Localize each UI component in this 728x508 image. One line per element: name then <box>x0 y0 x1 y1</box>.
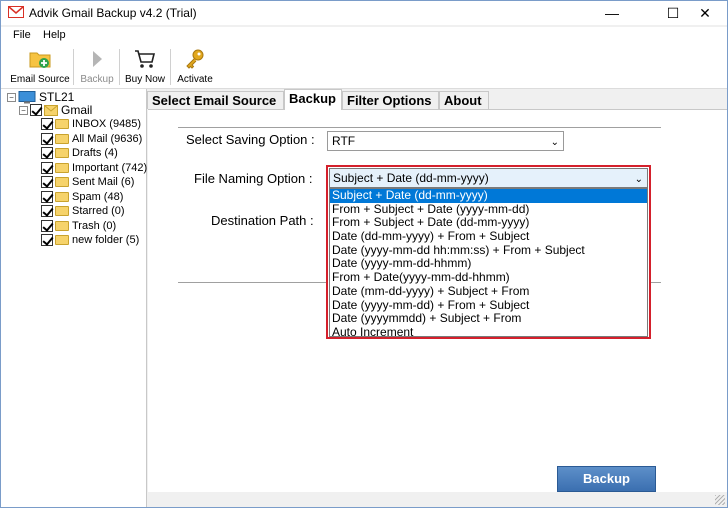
app-window: Advik Gmail Backup v4.2 (Trial) — ☐ ✕ Fi… <box>0 0 728 508</box>
computer-icon <box>18 90 36 103</box>
folder-checkbox[interactable] <box>41 147 53 159</box>
naming-option-item[interactable]: Date (yyyy-mm-dd-hhmm) <box>330 257 647 271</box>
email-source-button[interactable]: Email Source <box>9 45 71 89</box>
folder-checkbox[interactable] <box>41 219 53 232</box>
folder-icon <box>55 191 69 202</box>
toolbar-separator <box>119 49 120 85</box>
naming-option-item[interactable]: From + Subject + Date (yyyy-mm-dd) <box>330 202 647 217</box>
tree-root[interactable]: − STL21 <box>7 90 74 104</box>
close-button[interactable]: ✕ <box>682 1 728 25</box>
tree-account[interactable]: − Gmail <box>19 103 92 117</box>
toolbar-separator <box>170 49 171 85</box>
menu-file[interactable]: File <box>13 29 31 41</box>
buy-now-button[interactable]: Buy Now <box>123 45 167 89</box>
folder-icon <box>55 162 69 173</box>
menu-help[interactable]: Help <box>43 29 66 41</box>
folder-icon <box>55 148 69 158</box>
folder-tree: − STL21 − Gmail INBOX (9485) All Mail (96… <box>1 89 147 507</box>
folder-label: Sent Mail (6) <box>72 176 135 188</box>
folder-label: All Mail (9636) <box>72 132 143 145</box>
folder-icon <box>55 235 69 245</box>
naming-option-item[interactable]: From + Date(yyyy-mm-dd-hhmm) <box>330 270 647 285</box>
resize-grip-icon[interactable] <box>715 495 725 505</box>
tree-folder-item[interactable]: All Mail (9636) <box>41 132 142 146</box>
envelope-icon <box>8 5 24 18</box>
account-checkbox[interactable] <box>30 104 42 116</box>
tab-filter-options[interactable]: Filter Options <box>342 91 439 109</box>
folder-checkbox[interactable] <box>41 118 53 130</box>
tree-folder-item[interactable]: Spam (48) <box>41 190 123 204</box>
toolbar: Email Source Backup Buy Now Activate <box>1 45 727 89</box>
folder-label: INBOX (9485) <box>72 118 142 130</box>
naming-option-item[interactable]: Subject + Date (dd-mm-yyyy) <box>330 188 647 203</box>
add-folder-icon <box>29 52 51 68</box>
tab-backup[interactable]: Backup <box>284 89 342 110</box>
folder-checkbox[interactable] <box>41 234 53 246</box>
tab-select-email-source[interactable]: Select Email Source <box>147 91 284 109</box>
title-bar: Advik Gmail Backup v4.2 (Trial) — ☐ ✕ <box>1 1 727 25</box>
menu-bar: File Help <box>1 27 727 45</box>
folder-icon <box>55 119 69 129</box>
backup-button[interactable]: Backup <box>557 466 656 492</box>
divider <box>651 282 661 283</box>
tree-folder-item[interactable]: Starred (0) <box>41 204 125 218</box>
tree-folder-item[interactable]: Sent Mail (6) <box>41 175 134 189</box>
folder-checkbox[interactable] <box>41 132 53 145</box>
folder-checkbox[interactable] <box>41 161 53 174</box>
window-title: Advik Gmail Backup v4.2 (Trial) <box>29 6 197 20</box>
naming-option-item[interactable]: Date (yyyy-mm-dd) + From + Subject <box>330 298 647 313</box>
folder-label: new folder (5) <box>72 234 140 246</box>
destination-path-label: Destination Path : <box>211 213 314 228</box>
naming-option-label: File Naming Option : <box>194 171 313 186</box>
folder-icon <box>55 133 69 144</box>
naming-option-item[interactable]: Date (mm-dd-yyyy) + Subject + From <box>330 284 647 299</box>
naming-option-item[interactable]: From + Subject + Date (dd-mm-yyyy) <box>330 216 647 230</box>
folder-checkbox[interactable] <box>41 190 53 203</box>
naming-option-item[interactable]: Auto Increment <box>330 325 647 340</box>
mail-folder-icon <box>44 104 58 116</box>
collapse-toggle-icon[interactable]: − <box>19 105 28 115</box>
shopping-cart-icon <box>135 50 156 68</box>
folder-icon <box>55 206 69 216</box>
folder-label: Starred (0) <box>72 205 125 217</box>
folder-label: Spam (48) <box>72 190 124 203</box>
folder-checkbox[interactable] <box>41 205 53 217</box>
naming-option-item[interactable]: Date (yyyymmdd) + Subject + From <box>330 311 647 326</box>
minimize-button[interactable]: — <box>589 1 635 25</box>
collapse-toggle-icon[interactable]: − <box>7 92 16 102</box>
naming-option-select[interactable]: Subject + Date (dd-mm-yyyy) ⌄ <box>329 168 648 188</box>
folder-label: Trash (0) <box>72 219 117 232</box>
saving-option-select[interactable]: RTF ⌄ <box>327 131 564 151</box>
tree-folder-item[interactable]: Important (742) <box>41 161 147 175</box>
divider <box>178 282 326 283</box>
tree-folder-item[interactable]: INBOX (9485) <box>41 117 141 131</box>
naming-option-dropdown-list: Subject + Date (dd-mm-yyyy) From + Subjec… <box>329 188 648 340</box>
activate-button[interactable]: Activate <box>174 45 216 89</box>
folder-icon <box>55 220 69 231</box>
tab-strip: Select Email Source Backup Filter Option… <box>147 89 727 110</box>
play-arrow-icon <box>93 51 102 67</box>
chevron-down-icon: ⌄ <box>550 137 559 148</box>
backup-toolbar-button[interactable]: Backup <box>77 45 117 89</box>
folder-label: Drafts (4) <box>72 147 118 159</box>
folder-checkbox[interactable] <box>41 176 53 188</box>
folder-icon <box>55 177 69 187</box>
saving-option-label: Select Saving Option : <box>186 132 315 147</box>
naming-option-item[interactable]: Date (yyyy-mm-dd hh:mm:ss) + From + Subj… <box>330 243 647 258</box>
divider <box>178 127 661 128</box>
status-strip <box>148 492 727 507</box>
tab-about[interactable]: About <box>439 91 489 109</box>
toolbar-separator <box>73 49 74 85</box>
folder-label: Important (742) <box>72 161 148 174</box>
tree-folder-item[interactable]: Trash (0) <box>41 219 116 233</box>
naming-option-item[interactable]: Date (dd-mm-yyyy) + From + Subject <box>330 229 647 244</box>
tree-folder-item[interactable]: new folder (5) <box>41 233 139 247</box>
key-icon <box>186 49 204 69</box>
tree-folder-item[interactable]: Drafts (4) <box>41 146 118 160</box>
chevron-down-icon: ⌄ <box>634 174 643 185</box>
